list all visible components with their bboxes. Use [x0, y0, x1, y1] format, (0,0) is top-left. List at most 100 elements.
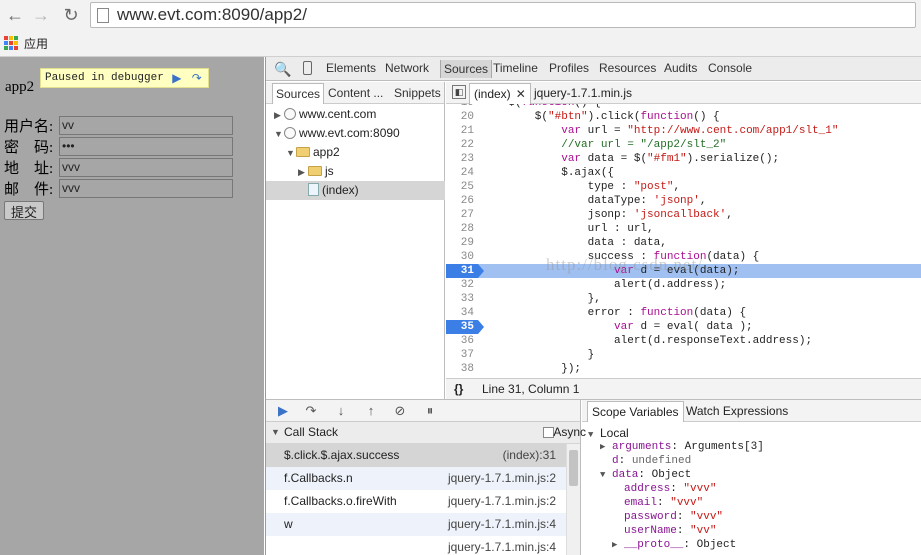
code-line[interactable]: 31 var d = eval(data);	[446, 264, 921, 278]
call-frame-location[interactable]: (index):31	[503, 444, 556, 467]
forward-arrow-icon[interactable]: →	[30, 4, 52, 26]
expanded-triangle-icon[interactable]: ▼	[600, 468, 612, 482]
form-input[interactable]: •••	[59, 136, 233, 156]
navigator-tab[interactable]: Content ...	[328, 86, 383, 100]
call-frame[interactable]: $.click.$.ajax.success (index):31	[266, 444, 566, 467]
address-bar[interactable]: www.evt.com:8090/app2/	[90, 2, 916, 28]
tab-timeline[interactable]: Timeline	[493, 61, 538, 75]
tab-sources[interactable]: Sources	[440, 60, 493, 78]
code-line[interactable]: 36 alert(d.responseText.address);	[446, 334, 921, 348]
code-line[interactable]: 21 var url = "http://www.cent.com/app1/s…	[446, 124, 921, 138]
tree-item[interactable]: ▼ www.evt.com:8090	[266, 124, 445, 143]
call-frame[interactable]: f.Callbacks.o.fireWith jquery-1.7.1.min.j…	[266, 490, 566, 513]
step-over-icon[interactable]: ↷	[302, 403, 320, 419]
scope-row[interactable]: ▶ __proto__: Object	[612, 538, 736, 552]
tab-network[interactable]: Network	[385, 61, 429, 75]
line-number[interactable]: 37	[446, 348, 478, 362]
code-line[interactable]: 34 error : function(data) {	[446, 306, 921, 320]
close-icon[interactable]: ✕	[516, 87, 526, 101]
toggle-navigator-icon[interactable]: ◧	[452, 85, 466, 99]
expanded-triangle-icon[interactable]: ▼	[286, 144, 296, 163]
line-number[interactable]: 20	[446, 110, 478, 124]
code-line[interactable]: 27 jsonp: 'jsoncallback',	[446, 208, 921, 222]
line-number[interactable]: 38	[446, 362, 478, 376]
device-mode-icon[interactable]	[303, 61, 312, 75]
call-stack-header[interactable]: ▼ Call Stack Async	[266, 422, 586, 444]
step-over-icon[interactable]: ↷	[190, 71, 204, 85]
call-frame-location[interactable]: jquery-1.7.1.min.js:4	[448, 536, 556, 555]
apps-bookmark-label[interactable]: 应用	[24, 35, 48, 52]
form-input[interactable]: vv	[59, 115, 233, 135]
editor-tab-jquery[interactable]: jquery-1.7.1.min.js	[534, 86, 632, 100]
line-number[interactable]: 35	[446, 320, 484, 334]
inspect-search-icon[interactable]: 🔍	[274, 61, 291, 78]
code-line[interactable]: 23 var data = $("#fm1").serialize();	[446, 152, 921, 166]
code-line[interactable]: 28 url : url,	[446, 222, 921, 236]
scope-row[interactable]: ▶ arguments: Arguments[3]	[600, 440, 764, 454]
submit-button[interactable]: 提交	[4, 201, 45, 220]
code-line[interactable]: 32 alert(d.address);	[446, 278, 921, 292]
call-frame-location[interactable]: jquery-1.7.1.min.js:2	[448, 467, 556, 490]
line-number[interactable]: 33	[446, 292, 478, 306]
tab-watch-expressions[interactable]: Watch Expressions	[686, 404, 788, 418]
tree-item[interactable]: (index)	[266, 181, 445, 200]
line-number[interactable]: 21	[446, 124, 478, 138]
step-out-icon[interactable]: ↑	[362, 403, 380, 419]
deactivate-breakpoints-icon[interactable]: ⊘	[391, 403, 409, 419]
scope-row[interactable]: password: "vvv"	[612, 510, 723, 524]
code-line[interactable]: 25 type : "post",	[446, 180, 921, 194]
expanded-triangle-icon[interactable]: ▼	[274, 125, 284, 144]
line-number[interactable]: 22	[446, 138, 478, 152]
code-line[interactable]: 20 $("#btn").click(function() {	[446, 110, 921, 124]
call-frame-location[interactable]: jquery-1.7.1.min.js:2	[448, 490, 556, 513]
tree-item[interactable]: ▶ www.cent.com	[266, 105, 445, 124]
code-line[interactable]: 37 }	[446, 348, 921, 362]
form-input[interactable]: vvv	[59, 178, 233, 198]
tree-item[interactable]: ▶ js	[266, 162, 445, 181]
collapsed-triangle-icon[interactable]: ▶	[298, 163, 308, 182]
line-number[interactable]: 25	[446, 180, 478, 194]
tab-profiles[interactable]: Profiles	[549, 61, 589, 75]
call-frame[interactable]: jquery-1.7.1.min.js:4	[266, 536, 566, 555]
code-line[interactable]: 26 dataType: 'jsonp',	[446, 194, 921, 208]
call-frame[interactable]: f.Callbacks.n jquery-1.7.1.min.js:2	[266, 467, 566, 490]
reload-icon[interactable]: ↻	[60, 4, 82, 26]
scope-row[interactable]: ▼ Local	[588, 426, 629, 440]
line-number[interactable]: 28	[446, 222, 478, 236]
collapsed-triangle-icon[interactable]: ▶	[612, 538, 624, 552]
form-input[interactable]: vvv	[59, 157, 233, 177]
navigator-tab[interactable]: Snippets	[394, 86, 441, 100]
line-number[interactable]: 31	[446, 264, 484, 278]
step-into-icon[interactable]: ↓	[332, 403, 350, 419]
apps-grid-icon[interactable]	[4, 36, 18, 50]
call-stack-scrollbar[interactable]	[566, 444, 580, 555]
code-line[interactable]: 33 },	[446, 292, 921, 306]
editor-tab-index[interactable]: (index) ✕	[469, 83, 531, 104]
line-number[interactable]: 34	[446, 306, 478, 320]
line-number[interactable]: 23	[446, 152, 478, 166]
resume-icon[interactable]: ▶	[274, 403, 292, 419]
code-view[interactable]: 19 $(function() {20 $("#btn").click(func…	[446, 104, 921, 378]
scope-row[interactable]: d: undefined	[600, 454, 691, 468]
collapsed-triangle-icon[interactable]: ▶	[600, 440, 612, 454]
line-number[interactable]: 36	[446, 334, 478, 348]
code-line[interactable]: 24 $.ajax({	[446, 166, 921, 180]
navigator-tab[interactable]: Sources	[272, 83, 325, 104]
code-line[interactable]: 22 //var url = "/app2/slt_2"	[446, 138, 921, 152]
scope-row[interactable]: address: "vvv"	[612, 482, 716, 496]
scope-row[interactable]: email: "vvv"	[612, 496, 703, 510]
expanded-triangle-icon[interactable]: ▼	[588, 428, 600, 442]
line-number[interactable]: 26	[446, 194, 478, 208]
scope-row[interactable]: userName: "vv"	[612, 524, 716, 538]
code-line[interactable]: 30 success : function(data) {	[446, 250, 921, 264]
code-line[interactable]: 38 });	[446, 362, 921, 376]
line-number[interactable]: 27	[446, 208, 478, 222]
tab-scope-variables[interactable]: Scope Variables	[587, 401, 684, 422]
tab-resources[interactable]: Resources	[599, 61, 656, 75]
call-frame-location[interactable]: jquery-1.7.1.min.js:4	[448, 513, 556, 536]
tab-audits[interactable]: Audits	[664, 61, 697, 75]
collapsed-triangle-icon[interactable]: ▶	[274, 106, 284, 125]
resume-icon[interactable]: ▶	[170, 71, 184, 85]
line-number[interactable]: 32	[446, 278, 478, 292]
back-arrow-icon[interactable]: ←	[4, 4, 26, 26]
